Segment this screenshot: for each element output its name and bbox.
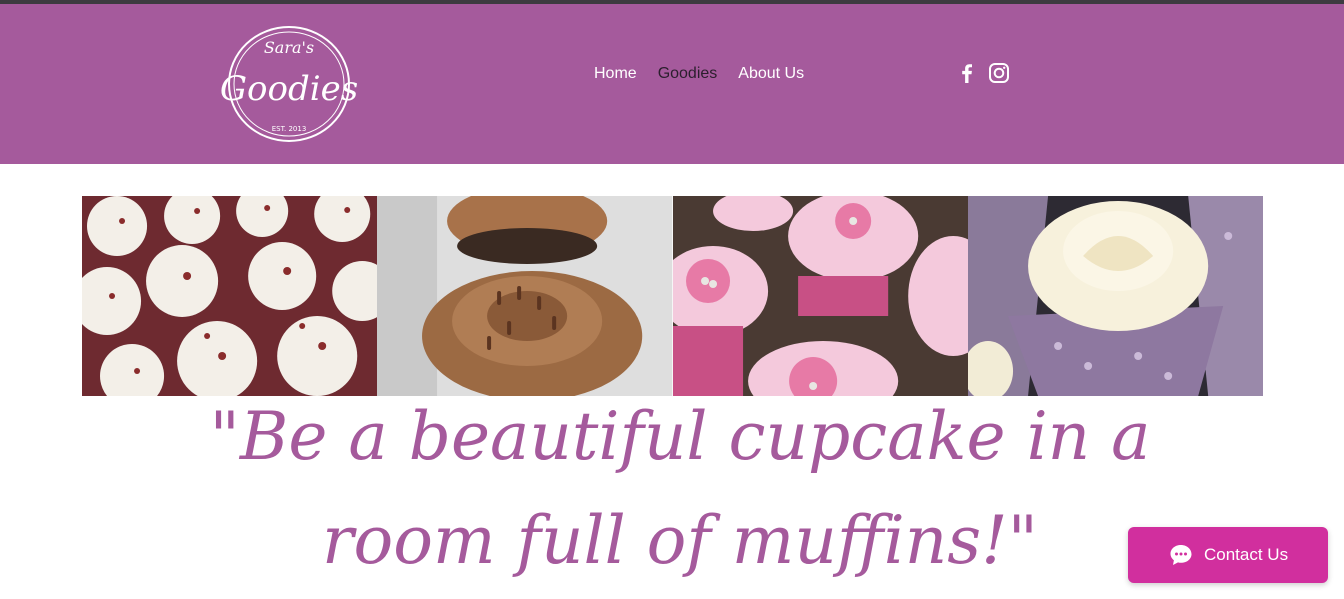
nav-item-home[interactable]: Home (594, 65, 637, 83)
photo-chocolate-cupcake[interactable] (377, 196, 673, 396)
quote-text: "Be a beautiful cupcake in a room full o… (209, 398, 1151, 579)
main-nav: Home Goodies About Us (594, 62, 825, 86)
photo-vanilla-cupcake-purple-wrapper[interactable] (967, 196, 1263, 396)
logo-main-text: Goodies (220, 69, 358, 109)
nav-item-about-us[interactable]: About Us (738, 65, 804, 83)
photo-red-velvet-cupcakes[interactable] (82, 196, 378, 396)
chat-icon (1168, 542, 1194, 568)
sara-goodies-logo[interactable]: Sara's Goodies EST. 2013 (218, 23, 360, 145)
contact-us-button[interactable]: Contact Us (1128, 527, 1328, 583)
photo-pink-flower-cupcakes[interactable] (672, 196, 968, 396)
logo-top-text: Sara's (264, 38, 314, 57)
cupcake-gallery (82, 196, 1263, 396)
social-bar (956, 62, 1010, 84)
contact-us-label: Contact Us (1204, 545, 1289, 564)
logo-bottom-text: EST. 2013 (272, 125, 307, 133)
nav-item-goodies[interactable]: Goodies (658, 65, 718, 83)
instagram-icon[interactable] (988, 62, 1010, 84)
site-header: Sara's Goodies EST. 2013 Home Goodies Ab… (0, 4, 1344, 164)
facebook-icon[interactable] (956, 62, 978, 84)
